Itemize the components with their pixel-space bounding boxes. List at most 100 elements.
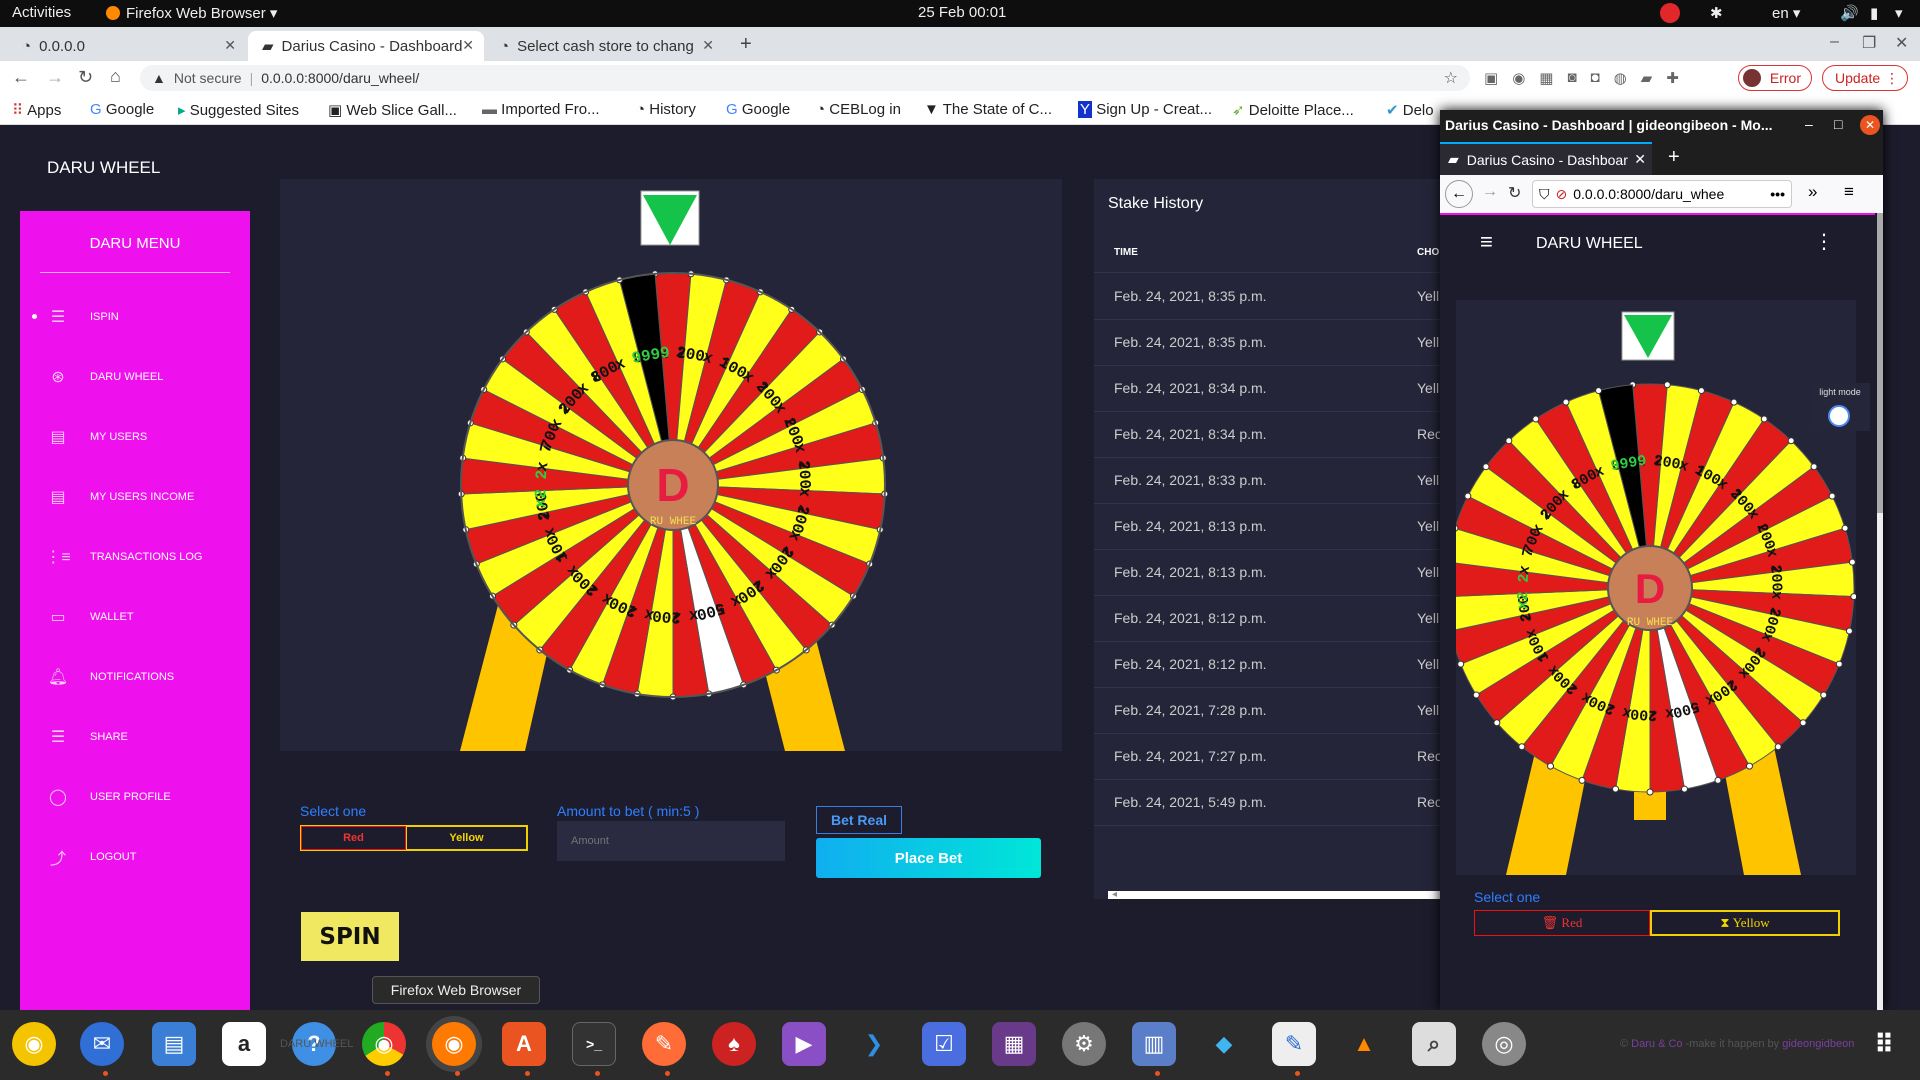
rhythmbox-icon[interactable]: ◉	[12, 1022, 56, 1066]
camera-icon[interactable]: ◙	[1567, 69, 1576, 87]
close-window-icon[interactable]: ✕	[1860, 115, 1880, 135]
new-tab-button[interactable]: +	[740, 33, 752, 56]
chrome-icon[interactable]: ◉	[362, 1022, 406, 1066]
home-icon[interactable]: ⌂	[110, 66, 121, 87]
place-bet-button[interactable]: Place Bet	[816, 838, 1041, 878]
bookmark-sign-up[interactable]: Y Sign Up - Creat...	[1078, 101, 1212, 118]
bookmark-google-2[interactable]: G Google	[726, 101, 790, 118]
bookmark-apps[interactable]: ⠿ Apps	[12, 101, 61, 119]
writer-icon[interactable]: ▤	[152, 1022, 196, 1066]
mobile-wheel-svg[interactable]: x 22000x 31000x 12000x 02000x 22000x 220…	[1442, 300, 1858, 875]
extension-icon[interactable]: ▦	[1539, 69, 1553, 87]
restore-window-icon[interactable]: ❐	[1862, 33, 1876, 53]
firefox-app-menu[interactable]: Firefox Web Browser ▾	[106, 4, 277, 22]
overflow-icon[interactable]: »	[1808, 182, 1817, 202]
show-applications-icon[interactable]: ⠿	[1862, 1022, 1906, 1066]
power-menu-icon[interactable]: ▾	[1895, 4, 1903, 22]
profile-error-button[interactable]: Error	[1738, 65, 1812, 91]
update-button[interactable]: Update ⋮	[1822, 65, 1908, 91]
back-icon[interactable]: ←	[1445, 180, 1473, 208]
stop-icon[interactable]	[1660, 3, 1680, 23]
bookmark-deloitte[interactable]: ➶ Deloitte Place...	[1232, 101, 1354, 119]
scroll-left-icon[interactable]: ◂	[1112, 889, 1117, 899]
poker-icon[interactable]: ♠	[712, 1022, 756, 1066]
reload-icon[interactable]: ↻	[1508, 183, 1521, 203]
flutter-icon[interactable]: ◆	[1202, 1022, 1246, 1066]
page-actions-icon[interactable]: •••	[1770, 186, 1785, 202]
bookmark-google[interactable]: G Google	[90, 101, 154, 118]
sidebar-item-my-users[interactable]: ▤ MY USERS	[46, 427, 147, 447]
close-tab-icon[interactable]: ✕	[1634, 151, 1646, 168]
tab-blank[interactable]: ◔ 0.0.0.0 ✕	[8, 31, 246, 61]
video-editor-icon[interactable]: ▦	[992, 1022, 1036, 1066]
battery-icon[interactable]: ▮	[1870, 4, 1878, 22]
bookmark-web-slice[interactable]: ▣ Web Slice Gall...	[328, 101, 457, 119]
bet-real-button[interactable]: Bet Real	[816, 806, 902, 834]
software-center-icon[interactable]: A	[502, 1022, 546, 1066]
footer-brand-link[interactable]: Daru & Co	[1631, 1038, 1682, 1050]
hamburger-menu-icon[interactable]: ≡	[1844, 182, 1854, 202]
files-icon[interactable]: ▥	[1132, 1022, 1176, 1066]
mobile-menu-icon[interactable]: ≡	[1480, 229, 1493, 255]
sidebar-item-share[interactable]: ☰ SHARE	[46, 727, 128, 747]
horizontal-scrollbar[interactable]: ◂	[1108, 889, 1494, 899]
mask-icon[interactable]: ▰	[1641, 69, 1653, 87]
tab-darius-casino[interactable]: ▰ Darius Casino - Dashboard ✕	[248, 31, 484, 61]
firefox-url-field[interactable]: ⛉ ⊘ 0.0.0.0:8000/daru_whee •••	[1532, 180, 1792, 208]
minimize-icon[interactable]: –	[1805, 116, 1813, 132]
url-field[interactable]: ▲ Not secure | 0.0.0.0:8000/daru_wheel/ …	[140, 65, 1470, 91]
clock[interactable]: 25 Feb 00:01	[918, 4, 1006, 21]
firefox-tab-darius[interactable]: ▰ Darius Casino - Dashboar ✕	[1440, 142, 1652, 175]
settings-icon[interactable]: ⚙	[1062, 1022, 1106, 1066]
close-window-icon[interactable]: ✕	[1895, 33, 1908, 53]
chrome-icon[interactable]: ◍	[1614, 69, 1627, 87]
amount-input[interactable]	[557, 821, 785, 861]
sidebar-item-transactions[interactable]: ⋮≡ TRANSACTIONS LOG	[45, 547, 202, 567]
sidebar-item-daru-wheel[interactable]: ⊛ DARU WHEEL	[46, 367, 163, 387]
footer-author-link[interactable]: gideongidbeon	[1782, 1038, 1854, 1050]
reload-icon[interactable]: ↻	[78, 67, 93, 88]
text-editor-icon[interactable]: ✎	[1272, 1022, 1316, 1066]
tab-cash-store[interactable]: ◔ Select cash store to chang ✕	[486, 31, 724, 61]
puzzle-icon[interactable]: ✚	[1666, 69, 1679, 87]
wheel-svg[interactable]: x 22000x 31000x 12000x 02000x 22000x 220…	[280, 179, 1062, 751]
vertical-scrollbar[interactable]	[1877, 213, 1883, 1010]
back-icon[interactable]: ←	[12, 67, 30, 88]
forward-icon[interactable]: →	[1482, 183, 1498, 201]
media-player-icon[interactable]: ▶	[782, 1022, 826, 1066]
sidebar-item-logout[interactable]: ⤴ LOGOUT	[46, 847, 136, 868]
vlc-icon[interactable]: ▲	[1342, 1022, 1386, 1066]
bookmark-state-of[interactable]: ▼ The State of C...	[924, 101, 1052, 118]
vscode-icon[interactable]: ❯	[852, 1022, 896, 1066]
thunderbird-icon[interactable]: ✉	[80, 1022, 124, 1066]
accessibility-icon[interactable]: ✱	[1710, 4, 1723, 22]
light-mode-toggle[interactable]	[1828, 405, 1850, 427]
close-tab-icon[interactable]: ✕	[462, 37, 474, 54]
pocket-icon[interactable]: ◘	[1591, 69, 1600, 87]
spin-button[interactable]: SPIN	[301, 912, 399, 961]
scrollbar-thumb[interactable]	[1877, 213, 1883, 513]
firefox-icon[interactable]: ◉	[432, 1022, 476, 1066]
star-icon[interactable]: ☆	[1444, 68, 1458, 88]
minimize-window-icon[interactable]: –	[1830, 33, 1839, 51]
bookmark-ceblog[interactable]: ◔ CEBLog in	[816, 101, 901, 118]
mobile-kebab-icon[interactable]: ⋮	[1814, 229, 1834, 254]
close-tab-icon[interactable]: ✕	[224, 37, 236, 54]
amazon-icon[interactable]: a	[222, 1022, 266, 1066]
tasks-icon[interactable]: ☑	[922, 1022, 966, 1066]
yellow-option-button[interactable]: Yellow	[406, 826, 527, 850]
sidebar-item-notifications[interactable]: 🔔︎ NOTIFICATIONS	[46, 667, 174, 687]
sidebar-item-users-income[interactable]: ▤ MY USERS INCOME	[46, 487, 194, 507]
forward-icon[interactable]: →	[46, 67, 64, 88]
bookmark-delo[interactable]: ✔ Delo	[1386, 101, 1434, 119]
activities-button[interactable]: Activities	[12, 4, 71, 21]
disks-icon[interactable]: ◎	[1482, 1022, 1526, 1066]
image-viewer-icon[interactable]: ⌕	[1412, 1022, 1456, 1066]
new-tab-button[interactable]: +	[1668, 146, 1680, 169]
language-indicator[interactable]: en ▾	[1772, 4, 1800, 22]
maximize-icon[interactable]: □	[1834, 116, 1842, 132]
volume-icon[interactable]: 🔊	[1840, 4, 1859, 22]
sidebar-item-wallet[interactable]: ▭ WALLET	[46, 607, 133, 627]
close-tab-icon[interactable]: ✕	[702, 37, 714, 54]
extension-icon[interactable]: ▣	[1484, 69, 1498, 87]
